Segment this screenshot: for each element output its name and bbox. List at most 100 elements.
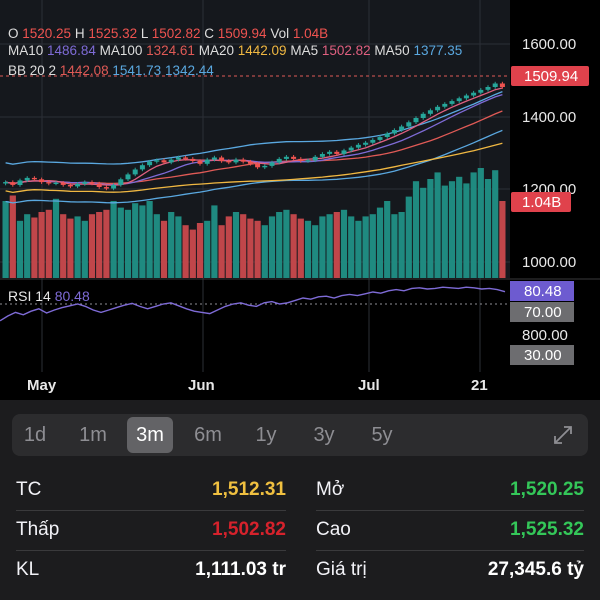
candle-body [31,177,37,180]
candle-body [197,161,203,164]
price-tick-1600: 1600.00 [522,36,576,53]
candle-body [60,182,66,185]
candle-body [53,182,59,184]
candlestick-chart[interactable]: O 1520.25 H 1525.32 L 1502.82 C 1509.94 … [0,0,600,400]
candle-body [147,161,153,166]
stat-cao-label: Cao [316,519,351,540]
price-tick-1400: 1400.00 [522,109,576,126]
candle-body [190,158,196,161]
volume-bar [60,214,67,278]
tab-3y[interactable]: 3y [301,414,347,456]
rsi-value-badge: 80.48 [524,283,562,300]
candle-body [283,156,289,159]
tab-1m[interactable]: 1m [70,414,116,456]
volume-bar [16,220,24,278]
rsi-upper-badge: 70.00 [524,304,562,321]
volume-bar [369,214,376,278]
candle-body [247,161,253,164]
volume-bar [9,195,16,278]
candle-body [420,113,426,118]
candle-body [226,161,232,163]
tab-1y[interactable]: 1y [243,414,289,456]
tab-6m[interactable]: 6m [185,414,231,456]
candle-body [24,177,30,181]
candle-body [492,83,498,87]
candle-body [111,185,117,189]
volume-bar [276,212,283,278]
volume-bar [499,201,506,278]
tab-1d[interactable]: 1d [12,414,58,456]
candle-body [118,179,124,185]
candle-body [413,118,419,123]
volume-bar [333,212,340,278]
volume-bar [290,214,297,278]
bollinger-readout: BB 20 2 1442.08 1541.73 1342.44 [8,63,214,78]
volume-bar [189,229,196,278]
candle-body [168,159,174,163]
candle-body [312,156,318,161]
candle-body [161,160,167,163]
tab-3m[interactable]: 3m [127,417,173,453]
candle-body [456,98,462,102]
stat-kl-value: 1,111.03 tr [195,559,286,580]
volume-bar [312,225,319,278]
volume-bar [484,179,492,278]
rsi-tick-800: 800.00 [522,327,568,344]
volume-bar [470,172,477,278]
volume-bar [132,203,139,278]
volume-bar [182,225,189,278]
volume-bar [81,220,88,278]
volume-bar [38,212,45,278]
volume-bar [463,183,470,278]
volume-bar [254,220,261,278]
volume-bar [211,205,218,278]
volume-bar [96,212,103,278]
candle-body [341,150,347,154]
volume-bar [448,181,456,278]
candle-body [139,165,145,170]
volume-bar [117,207,124,278]
candle-body [3,182,9,184]
x-label-21: 21 [471,377,488,394]
stat-mo-label: Mở [316,479,345,500]
candle-body [399,126,405,130]
candle-body [363,142,369,145]
stat-kl: KL 1,111.03 tr [16,550,286,590]
volume-bar [304,220,312,278]
volume-bar [412,181,420,278]
volume-bar [441,185,448,278]
candle-body [427,110,433,114]
candle-body [442,103,448,107]
price-badge: 1509.94 [524,68,578,85]
stat-thap-label: Thấp [16,519,60,540]
candle-body [89,182,95,184]
expand-icon[interactable] [552,424,574,446]
volume-bar [477,168,484,278]
stat-mo: Mở 1,520.25 [316,470,584,510]
stat-cao-value: 1,525.32 [510,519,584,540]
volume-bar [405,196,412,278]
candle-body [355,144,361,148]
candle-body [132,169,138,175]
volume-bar [261,225,268,278]
volume-bar [319,216,326,278]
candle-body [348,147,354,151]
volume-bar [52,198,60,278]
ohlc-readout: O 1520.25 H 1525.32 L 1502.82 C 1509.94 … [8,26,328,41]
tab-5y[interactable]: 5y [359,414,405,456]
x-label-jun: Jun [188,377,215,394]
candle-body [305,160,311,162]
candle-body [67,185,73,187]
volume-bar [110,201,117,278]
candle-body [499,83,505,87]
candle-body [319,154,325,157]
volume-bar [247,218,254,278]
candle-body [211,157,217,160]
candle-body [219,157,225,161]
candle-body [10,182,16,185]
timeframe-tabs: 1d 1m 3m 6m 1y 3y 5y [12,414,588,456]
stat-thap-value: 1,502.82 [212,519,286,540]
volume-bar [297,218,304,278]
stat-tc-label: TC [16,479,42,500]
volume-bar [196,223,204,278]
